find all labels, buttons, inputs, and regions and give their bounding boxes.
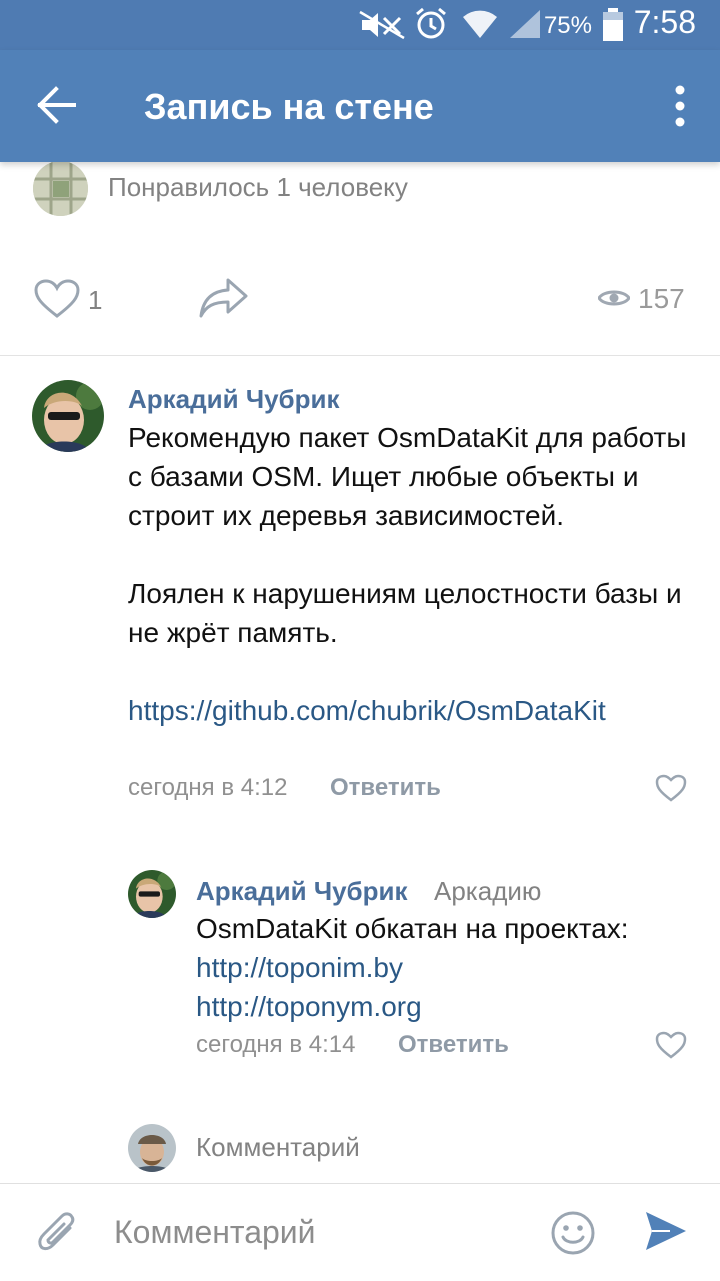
comment-author-avatar[interactable] [32,380,104,452]
alarm-icon [416,7,446,39]
comment-input[interactable] [112,1206,536,1258]
comment-text: OsmDataKit обкатан на проектах: [196,913,629,944]
comment-link[interactable]: https://github.com/chubrik/OsmDataKit [128,691,688,730]
views-count: 157 [638,283,685,314]
send-button[interactable] [644,1210,688,1252]
comment-like-button[interactable] [655,774,687,802]
send-icon [646,1212,686,1250]
like-count: 1 [88,285,103,315]
heart-icon [34,279,80,318]
comment-body: Рекомендую пакет OsmDataKit для работы с… [128,418,688,730]
attach-button[interactable] [36,1208,78,1256]
wifi-icon [463,10,497,38]
avatar-image [128,870,176,918]
liked-user-avatar[interactable] [33,161,88,216]
app-bar: Запись на стене [0,50,720,162]
battery-icon [603,8,623,41]
comment-author[interactable]: Аркадий Чубрик [196,876,408,907]
comment-link[interactable]: http://toponim.by [196,948,676,987]
comment-time: сегодня в 4:14 [196,1031,356,1058]
arrow-left-icon [37,86,76,124]
current-user-avatar [128,1124,176,1172]
clock: 7:58 [633,4,696,40]
status-bar: 75% 7:58 [0,0,720,50]
battery-percent: 75% [543,12,592,39]
heart-icon [655,1031,687,1059]
heart-icon [655,774,687,802]
more-button[interactable] [672,84,688,128]
avatar-image [128,1124,176,1172]
comment-body: OsmDataKit обкатан на проектах: http://t… [196,909,676,1026]
avatar-image [33,161,88,216]
emoji-icon [551,1211,595,1255]
mute-icon [359,10,405,40]
emoji-button[interactable] [550,1210,596,1256]
reply-button[interactable]: Ответить [330,774,441,802]
more-vertical-icon [675,85,685,127]
attach-icon [38,1212,75,1251]
comment-composer [0,1183,720,1281]
signal-icon [510,10,540,38]
liked-by-text[interactable]: Понравилось 1 человеку [108,172,408,203]
page-title: Запись на стене [144,86,434,127]
like-button[interactable] [34,279,118,323]
inline-comment-input[interactable]: Комментарий [196,1132,360,1163]
comment-like-button[interactable] [655,1031,687,1059]
comment-paragraph: Рекомендую пакет OsmDataKit для работы с… [128,422,687,531]
comment-author[interactable]: Аркадий Чубрик [128,384,340,415]
comment-time: сегодня в 4:12 [128,774,288,801]
comment-link[interactable]: http://toponym.org [196,987,676,1026]
avatar-image [32,380,104,452]
comment-author-avatar[interactable] [128,870,176,918]
reply-to-label[interactable]: Аркадию [434,876,541,907]
share-icon [199,278,248,318]
eye-icon [598,290,630,306]
share-button[interactable] [198,276,250,322]
divider [0,355,720,356]
comment-paragraph: Лоялен к нарушениям целостности базы и н… [128,578,682,648]
back-button[interactable] [32,80,82,130]
reply-button[interactable]: Ответить [398,1031,509,1059]
